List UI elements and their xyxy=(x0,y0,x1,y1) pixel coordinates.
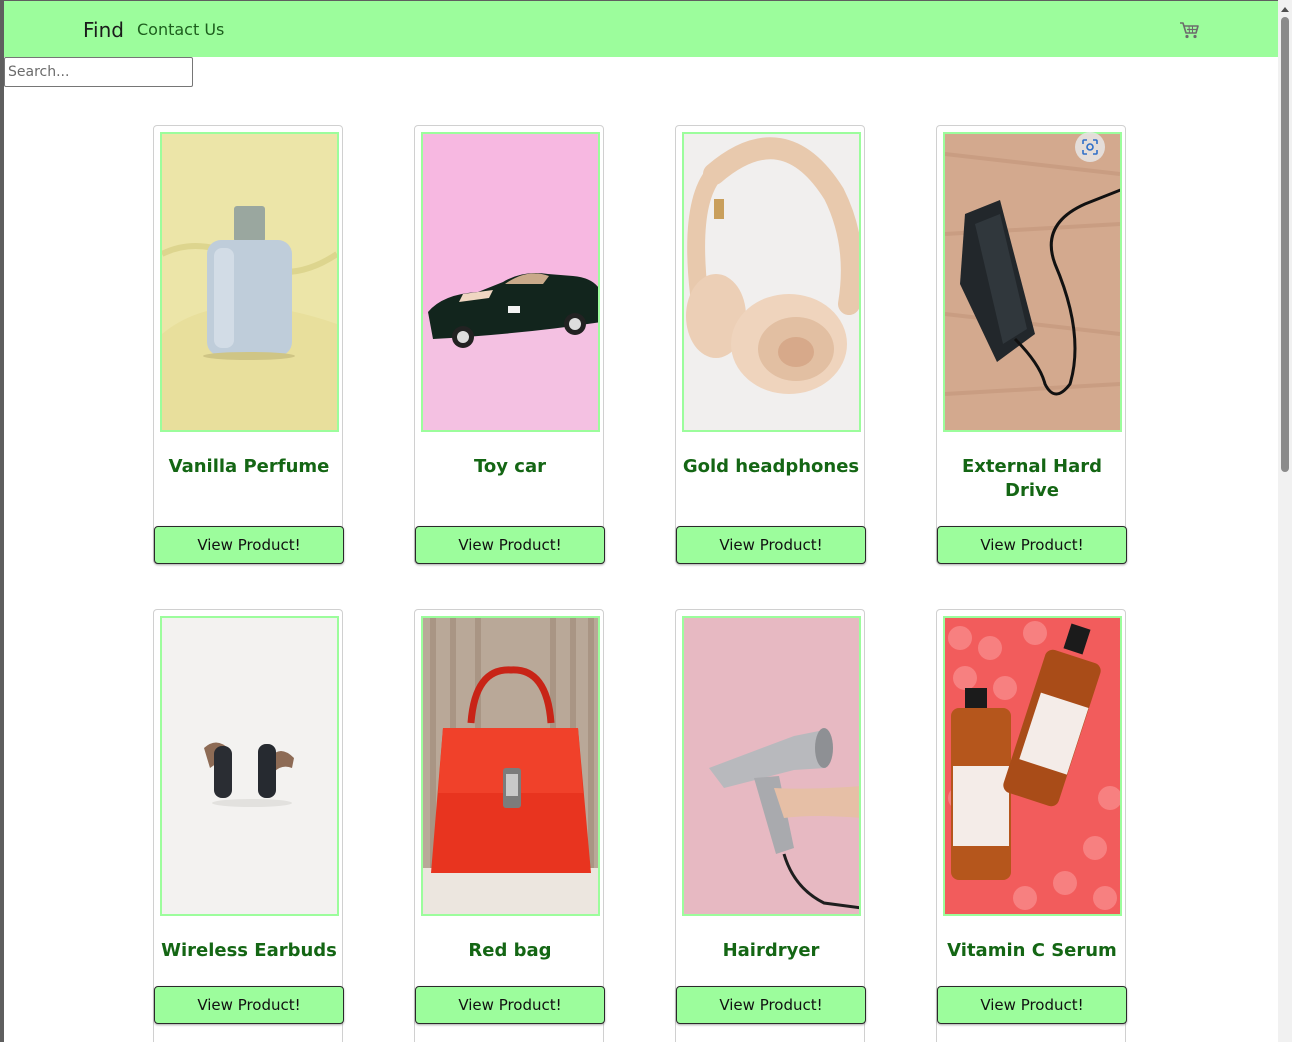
view-product-button[interactable]: View Product! xyxy=(415,526,605,564)
product-card: Toy car View Product! xyxy=(414,125,605,564)
product-image-hairdryer[interactable] xyxy=(682,616,861,916)
nav-link-contact-us[interactable]: Contact Us xyxy=(137,20,224,40)
product-title: Red bag xyxy=(468,940,552,961)
product-title: Hairdryer xyxy=(722,940,820,961)
product-title: External Hard Drive xyxy=(962,456,1102,501)
product-card: Vanilla Perfume View Product! xyxy=(153,125,344,564)
product-card: Red bag View Product! xyxy=(414,609,605,1042)
view-product-button[interactable]: View Product! xyxy=(937,986,1127,1024)
view-product-button[interactable]: View Product! xyxy=(154,526,344,564)
product-image-red-bag[interactable] xyxy=(421,616,600,916)
search-input[interactable] xyxy=(4,57,193,87)
product-image-headphones[interactable] xyxy=(682,132,861,432)
product-title: Toy car xyxy=(474,456,546,477)
product-image-toy-car[interactable] xyxy=(421,132,600,432)
product-image-serum[interactable] xyxy=(943,616,1122,916)
view-product-button[interactable]: View Product! xyxy=(676,986,866,1024)
view-product-button[interactable]: View Product! xyxy=(415,986,605,1024)
navbar: Find Contact Us xyxy=(4,1,1278,57)
brand-link[interactable]: Find xyxy=(83,18,124,42)
window-frame-left xyxy=(0,0,4,1042)
vertical-scrollbar[interactable] xyxy=(1278,0,1292,1042)
view-product-button[interactable]: View Product! xyxy=(154,986,344,1024)
product-title: Vitamin C Serum xyxy=(947,940,1117,961)
product-card: External Hard Drive View Product! xyxy=(936,125,1127,564)
product-image-hard-drive[interactable] xyxy=(943,132,1122,432)
product-image-perfume[interactable] xyxy=(160,132,339,432)
shopping-cart-icon[interactable] xyxy=(1178,19,1200,41)
image-search-lens-icon[interactable] xyxy=(1075,132,1105,162)
product-card: Hairdryer View Product! xyxy=(675,609,866,1042)
product-title: Wireless Earbuds xyxy=(161,940,337,961)
view-product-button[interactable]: View Product! xyxy=(676,526,866,564)
product-card: Vitamin C Serum View Product! xyxy=(936,609,1127,1042)
scroll-up-arrow-icon[interactable] xyxy=(1278,0,1292,17)
scrollbar-thumb[interactable] xyxy=(1281,17,1289,472)
product-card: Gold headphones View Product! xyxy=(675,125,866,564)
product-image-earbuds[interactable] xyxy=(160,616,339,916)
product-card: Wireless Earbuds View Product! xyxy=(153,609,344,1042)
view-product-button[interactable]: View Product! xyxy=(937,526,1127,564)
product-title: Vanilla Perfume xyxy=(168,456,330,477)
product-title: Gold headphones xyxy=(682,456,860,477)
